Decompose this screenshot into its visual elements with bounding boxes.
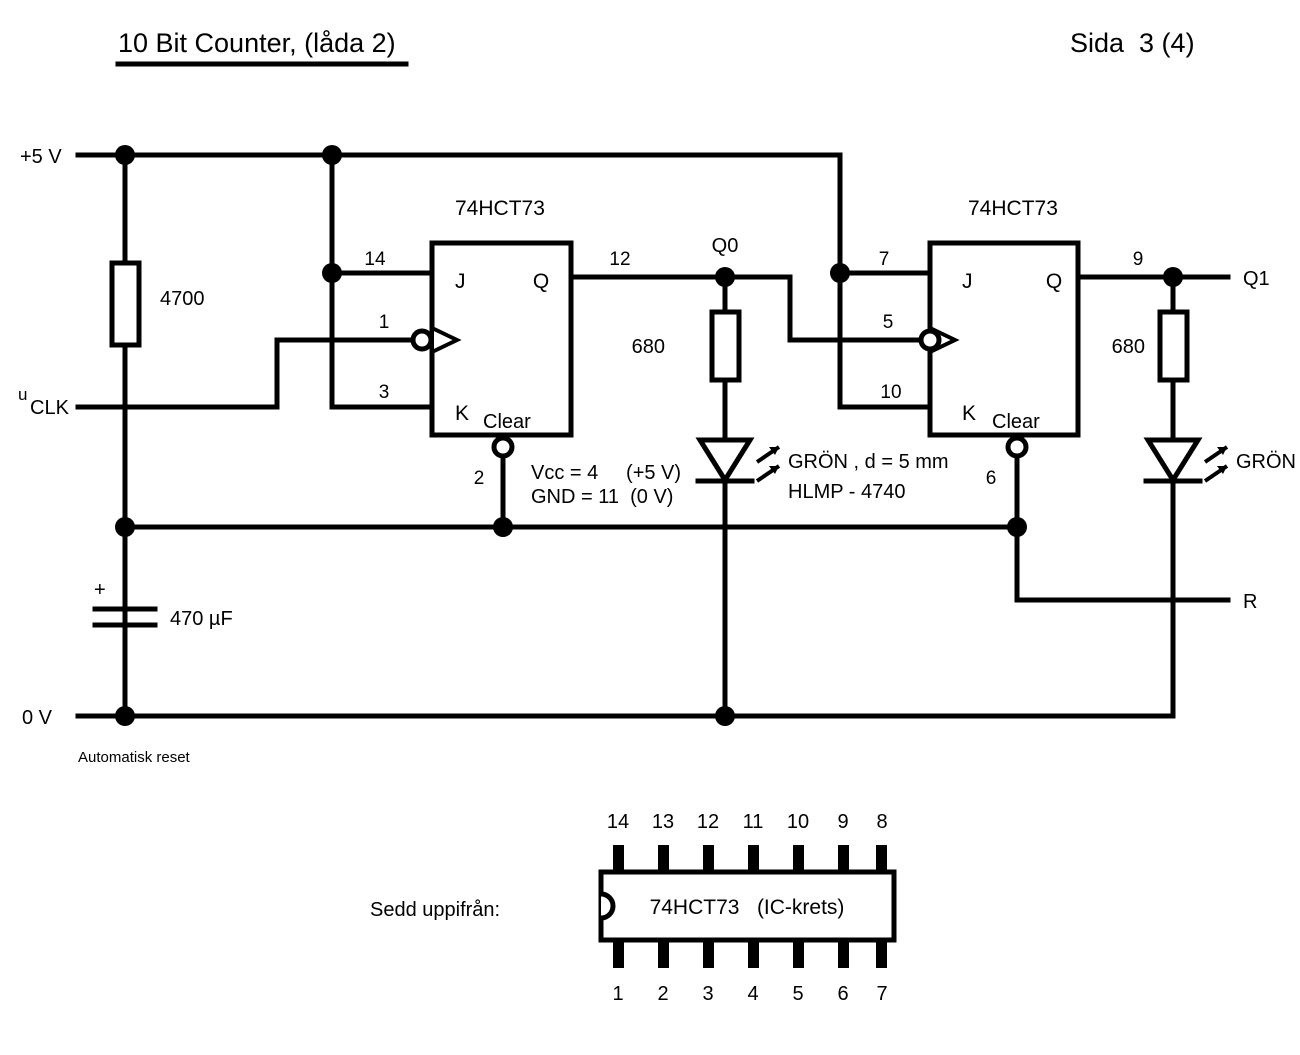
package-pin-number: 4 [747,983,758,1005]
ff1-j-label: J [455,270,466,293]
package-bottom-pin-numbers: 1 2 3 4 5 6 7 [612,983,887,1005]
package-pin [876,845,887,873]
reset-label: R [1243,591,1257,613]
q1-label: Q1 [1243,268,1270,290]
reset-note-label: Automatisk reset [78,749,191,766]
ff1-part-label: 74HCT73 [455,197,545,220]
junction-ff2-pin7 [830,263,850,283]
package-bottom-pins [613,940,887,968]
package-pin-number: 11 [743,811,764,833]
ff2-pin-q-number: 9 [1133,249,1144,270]
package-pin-number: 13 [652,811,674,833]
ff2-clear-bubble-icon [1005,435,1029,459]
package-pin [838,845,849,873]
package-top-pins [613,845,887,873]
package-body-label: 74HCT73 (IC-krets) [650,896,845,919]
package-pin-number: 7 [876,983,887,1005]
led1-part-label: HLMP - 4740 [788,481,905,503]
gnd-label: 0 V [22,707,53,729]
package-pin-number: 3 [702,983,713,1005]
ff2-k-label: K [962,402,976,425]
package-pin [613,940,624,968]
package-pin-number: 8 [876,811,887,833]
ff2-j-label: J [962,270,973,293]
package-top-pin-numbers: 14 13 12 11 10 9 8 [607,811,888,833]
package-view-label: Sedd uppifrån: [370,899,500,921]
package-pin [658,845,669,873]
clk-label-u: u [18,385,27,404]
resistor-4700-label: 4700 [160,288,205,310]
led2-triangle [1143,437,1203,485]
ff1-clear-bubble-icon [491,435,515,459]
package-pin-number: 10 [787,811,809,833]
junction-vcc-ff1 [322,145,342,165]
package-pin [658,940,669,968]
package-pin [703,845,714,873]
clk-to-ff1-clock [274,337,435,410]
ff1-pin-j-number: 14 [364,249,386,270]
resistor-680-2-label: 680 [1112,336,1145,358]
junction-reset-left [115,517,135,537]
junction-gnd-left [115,706,135,726]
led1-color-note: GRÖN , d = 5 mm [788,451,949,473]
junction-reset-ff1-clear [493,517,513,537]
junction-gnd-led1 [715,706,735,726]
package-pin-number: 12 [697,811,719,833]
ff2-part-label: 74HCT73 [968,197,1058,220]
ff1-pin-clk-number: 1 [379,312,390,333]
package-pin [748,940,759,968]
page-title: 10 Bit Counter, (låda 2) [118,28,396,58]
page-number: Sida 3 (4) [1070,28,1195,58]
schematic-sheet: 10 Bit Counter, (låda 2) Sida 3 (4) +5 V… [0,0,1300,1055]
capacitor-polarity-label: + [94,579,106,601]
package-pin [793,845,804,873]
junction-ff1-pin14 [322,263,342,283]
ff2-pin-clk-number: 5 [883,312,894,333]
capacitor-value-label: 470 µF [170,608,233,630]
led1-triangle [695,437,755,485]
package-pin [838,940,849,968]
ff1-clear-label: Clear [483,411,531,433]
ff1-q-label: Q [533,270,549,293]
package-pin [876,940,887,968]
ff2-pin-j-number: 7 [879,249,890,270]
package-pin-number: 6 [837,983,848,1005]
package-pin-number: 14 [607,811,629,833]
ff2-pin-k-number: 10 [880,382,901,403]
ff1-pin-q-number: 12 [609,249,630,270]
clk-label-sub: CLK [30,397,70,419]
package-notch-icon [600,891,616,921]
package-pin [703,940,714,968]
ff1-power-note-2: GND = 11 (0 V) [531,486,673,508]
ff1-pin-clear-number: 2 [474,468,485,489]
resistor-680-1-label: 680 [632,336,665,358]
q0-to-ff2-clock [787,274,933,343]
resistor-4700-body [109,260,142,348]
ff2-clear-label: Clear [992,411,1040,433]
ff1-pin-k-number: 3 [379,382,390,403]
package-pin [748,845,759,873]
junction-vcc-left [115,145,135,165]
ff2-clock-bubble-icon [918,328,942,352]
reset-output-wire [1014,524,1231,603]
package-pin-number: 2 [657,983,668,1005]
package-pin-number: 5 [792,983,803,1005]
package-pin [793,940,804,968]
ff1-power-note-1: Vcc = 4 (+5 V) [531,462,681,484]
ff1-clock-bubble-icon [410,328,434,352]
ff1-k-label: K [455,402,469,425]
package-pin [613,845,624,873]
resistor-680-2-body [1157,309,1190,383]
led2-color-note: GRÖN [1236,451,1296,473]
ff2-pin-clear-number: 6 [986,468,997,489]
q0-label: Q0 [712,235,739,257]
resistor-680-1-body [709,309,742,383]
package-pin-number: 9 [837,811,848,833]
vcc-label: +5 V [20,146,62,168]
package-pin-number: 1 [612,983,623,1005]
ff2-q-label: Q [1046,270,1062,293]
